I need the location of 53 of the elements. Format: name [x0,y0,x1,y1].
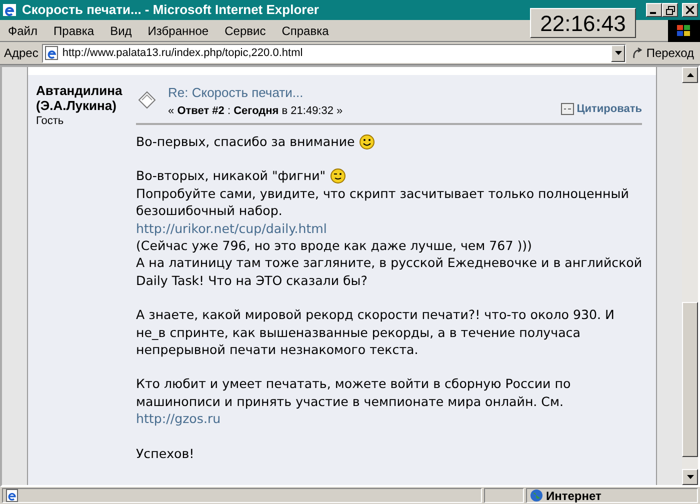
quote-icon [560,103,574,115]
down-arrow-icon [686,475,694,479]
arrow-icon [632,47,644,59]
globe-icon [530,489,543,502]
post-text: Кто любит и умеет печатать, можете войти в сборную России по [136,375,571,393]
post-text: Daily Task! Что на ЭТО сказали бы? [136,272,368,290]
minimize-button[interactable] [646,3,662,17]
window-title: Скорость печати... - Microsoft Internet Explorer [22,1,319,20]
post-text: Во-вторых, никакой "фигни" [136,167,326,185]
zone-label: Интернет [546,488,602,504]
menu-item[interactable]: Избранное [140,22,217,40]
post-text: непрерывной печати незнакомого текста. [136,341,418,358]
menu-item[interactable]: Правка [46,22,102,40]
post-icon [136,89,158,111]
up-arrow-icon [686,73,694,77]
post-text: Во-первых, спасибо за внимание [136,133,355,150]
menu-item[interactable]: Справка [274,22,337,40]
caret-icon [614,51,622,55]
author-role: Гость [36,114,65,129]
author-name: Автандилина (Э.А.Лукина) [36,83,124,113]
menu-item[interactable]: Сервис [216,22,274,40]
link[interactable]: http://urikor.net/cup/daily.html [136,220,327,238]
address-field[interactable]: http://www.palata13.ru/index.php/topic,220.0.html [42,44,626,62]
browser-icon [2,2,18,18]
post-text: А знаете, какой мировой рекорд скорости печати?! что-то около 930. И [136,306,614,324]
windows-logo-icon [668,20,700,42]
page-icon [6,489,19,502]
clock: 22:16:43 [530,8,636,38]
post-text: Успехов! [136,444,194,462]
close-icon [686,6,694,14]
close-button[interactable] [682,3,698,17]
post-text: (Сейчас уже 796, но это вроде как даже лучше, чем 767 ))) [136,237,532,254]
smiley-icon [358,134,375,150]
post-text: не_в спринте, как вышеназванные рекорды, а в течение получаса [136,324,580,342]
menu-item[interactable]: Файл [0,22,46,40]
post-text: А на латиницу там тоже загляните, в русской Ежедневочке и в английской [136,254,642,272]
link[interactable]: http://gzos.ru [136,410,221,428]
status-panel [484,488,524,503]
restore-button[interactable] [662,3,678,17]
menu-item[interactable]: Вид [102,22,140,40]
dropdown-button[interactable] [611,44,626,62]
post-text: машинописи и принять участие в чемпионате мира онлайн. См. [136,392,564,410]
post-text: безошибочный набор. [136,202,282,220]
winking-smiley-icon [330,168,346,184]
post-meta: « Ответ #2 : Сегодня в 21:49:32 » [168,104,343,118]
quote-button[interactable]: Цитировать [560,99,642,119]
address-label: Адрес [4,45,38,62]
restore-icon [666,6,674,14]
page-icon [45,46,60,60]
post-text: Попробуйте сами, увидите, что скрипт засчитывает только полноценный [136,184,629,202]
scrollbar[interactable] [682,67,698,485]
go-button[interactable]: Переход [630,44,696,62]
post-title[interactable]: Re: Скорость печати... [168,83,343,102]
